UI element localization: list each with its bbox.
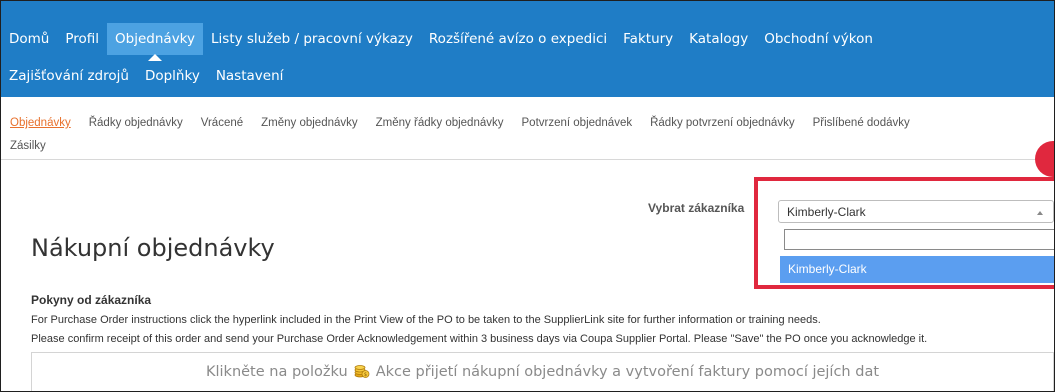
page-title: Nákupní objednávky [31, 234, 275, 262]
coins-icon: $ [354, 362, 370, 382]
customer-select[interactable]: Kimberly-Clark [778, 200, 1054, 223]
customer-option[interactable]: Kimberly-Clark [780, 256, 1054, 283]
instructions-line-2: Please confirm receipt of this order and… [31, 333, 928, 345]
sub-navigation: Objednávky Řádky objednávky Vrácené Změny o… [1, 97, 1054, 160]
sub-nav-row-1: Objednávky Řádky objednávky Vrácené Změny o… [1, 117, 919, 129]
banner-text-after: Akce přijetí nákupní objednávky a vytvoř… [375, 364, 880, 380]
svg-text:$: $ [364, 372, 367, 378]
nav-item-objednavky[interactable]: Objednávky [107, 23, 204, 61]
nav-item-rozsirene-avizo-o-expedici[interactable]: Rozšířené avízo o expedici [421, 23, 615, 55]
top-nav-row-1: Domů Profil Objednávky Listy služeb / praco… [1, 23, 881, 61]
nav-item-label: Nastavení [215, 68, 284, 84]
nav-item-label: Faktury [623, 31, 674, 47]
nav-item-faktury[interactable]: Faktury [615, 23, 681, 55]
subnav-item-zasilky[interactable]: Zásilky [10, 140, 46, 152]
info-banner: Klikněte na položku $ Akce přijetí nákup… [31, 352, 1054, 391]
subnav-item-prislibene-dodavky[interactable]: Přislíbené dodávky [813, 117, 910, 129]
banner-text-before: Klikněte na položku [205, 364, 348, 380]
app-frame: Domů Profil Objednávky Listy služeb / praco… [0, 0, 1055, 392]
subnav-item-radky-potvrzeni-objednavky[interactable]: Řádky potvrzení objednávky [650, 117, 794, 129]
nav-item-label: Katalogy [689, 31, 749, 47]
chevron-up-icon [1037, 211, 1043, 215]
subnav-item-potvrzeni-objednavek[interactable]: Potvrzení objednávek [522, 117, 633, 129]
nav-item-nastaveni[interactable]: Nastavení [208, 60, 292, 92]
nav-item-label: Objednávky [115, 31, 196, 47]
nav-item-profil[interactable]: Profil [57, 23, 107, 55]
customer-select-value: Kimberly-Clark [787, 205, 866, 219]
nav-item-zajistovani-zdroju[interactable]: Zajišťování zdrojů [1, 60, 137, 92]
customer-search-input[interactable] [784, 229, 1054, 250]
nav-item-label: Rozšířené avízo o expedici [428, 31, 608, 47]
nav-item-doplnky[interactable]: Doplňky [137, 60, 208, 92]
top-nav-row-2: Zajišťování zdrojů Doplňky Nastavení [1, 60, 291, 92]
subnav-item-radky-objednavky[interactable]: Řádky objednávky [89, 117, 183, 129]
nav-item-label: Zajišťování zdrojů [9, 68, 129, 84]
nav-item-label: Listy služeb / pracovní výkazy [211, 31, 413, 47]
nav-item-katalogy[interactable]: Katalogy [681, 23, 756, 55]
top-navigation: Domů Profil Objednávky Listy služeb / praco… [1, 1, 1054, 97]
nav-item-label: Doplňky [144, 68, 200, 84]
nav-item-label: Obchodní výkon [764, 31, 873, 47]
nav-item-domu[interactable]: Domů [1, 23, 57, 55]
customer-select-label: Vybrat zákazníka [648, 201, 745, 215]
sub-nav-row-2: Zásilky [1, 140, 55, 152]
subnav-item-objednavky[interactable]: Objednávky [10, 117, 71, 129]
subnav-item-zmeny-objednavky[interactable]: Změny objednávky [261, 117, 358, 129]
nav-item-label: Profil [65, 31, 100, 47]
nav-item-obchodni-vykon[interactable]: Obchodní výkon [756, 23, 881, 55]
nav-item-label: Domů [9, 31, 50, 47]
instructions-line-1: For Purchase Order instructions click th… [31, 314, 821, 326]
subnav-item-vracene[interactable]: Vrácené [201, 117, 243, 129]
nav-item-listy-sluzeb-pracovni-vykazy[interactable]: Listy služeb / pracovní výkazy [203, 23, 421, 55]
subnav-item-zmeny-radky-objednavky[interactable]: Změny řádky objednávky [376, 117, 504, 129]
instructions-heading: Pokyny od zákazníka [31, 293, 152, 307]
